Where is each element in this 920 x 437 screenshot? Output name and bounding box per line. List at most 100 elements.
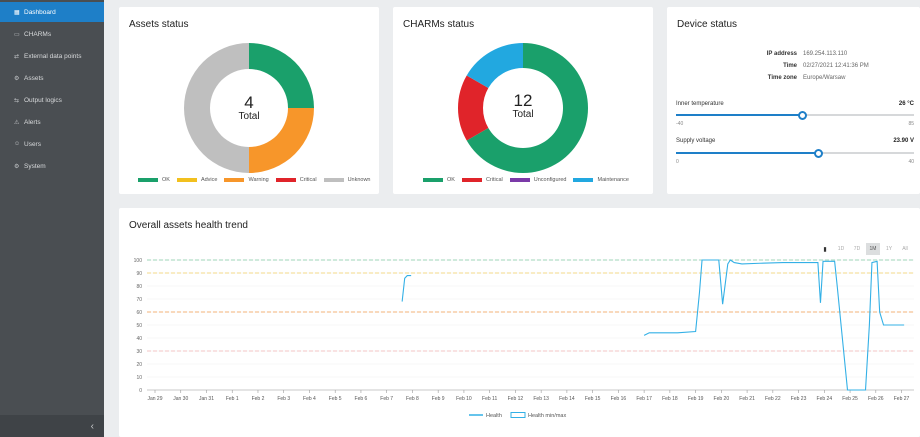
system-icon: ⚙ <box>14 163 20 170</box>
supply-voltage-gauge <box>676 148 914 158</box>
ip-value: 169.254.113.110 <box>803 51 848 57</box>
legend-item-critical[interactable]: Critical <box>275 177 317 183</box>
y-tick-label: 100 <box>134 258 143 264</box>
legend-swatch <box>275 178 296 182</box>
timezone-value: Europe/Warsaw <box>803 75 846 81</box>
inner-temp-fill <box>676 114 803 116</box>
sidebar-item-dashboard[interactable]: ▦ Dashboard <box>0 2 104 22</box>
time-value: 02/27/2021 12:41:36 PM <box>803 63 869 69</box>
inner-temp-max: 85 <box>908 121 914 127</box>
legend-item-critical[interactable]: Critical <box>461 177 503 183</box>
x-tick-label: Feb 25 <box>842 396 858 402</box>
x-tick-label: Feb 26 <box>868 396 884 402</box>
x-tick-label: Feb 20 <box>714 396 730 402</box>
legend-item-unconfigured[interactable]: Unconfigured <box>509 177 567 183</box>
sidebar-item-label: Users <box>24 140 41 148</box>
timezone-label: Time zone <box>767 75 797 81</box>
charms-legend: OK Critical Unconfigured Maintenance <box>423 177 636 183</box>
x-tick-label: Feb 13 <box>533 396 549 402</box>
legend-swatch <box>323 178 344 182</box>
legend-item-maintenance[interactable]: Maintenance <box>573 177 629 183</box>
x-tick-label: Feb 16 <box>611 396 627 402</box>
sidebar-item-system[interactable]: ⚙ System <box>0 156 104 176</box>
sidebar-item-label: Assets <box>24 74 44 82</box>
x-tick-label: Feb 15 <box>585 396 601 402</box>
legend-label: Unknown <box>347 177 371 183</box>
x-tick-label: Jan 31 <box>199 396 214 402</box>
external-data-icon: ⇄ <box>14 53 20 60</box>
x-tick-label: Feb 10 <box>456 396 472 402</box>
y-tick-label: 20 <box>136 362 142 368</box>
output-logics-icon: ⇆ <box>14 97 20 104</box>
x-tick-label: Jan 30 <box>173 396 188 402</box>
inner-temp-thumb <box>797 110 807 120</box>
sidebar-item-external-data-points[interactable]: ⇄ External data points <box>0 46 104 66</box>
supply-voltage-label: Supply voltage <box>676 138 716 144</box>
legend-label: Unconfigured <box>533 177 567 183</box>
y-tick-label: 70 <box>136 297 142 303</box>
inner-temp-gauge <box>676 110 914 120</box>
legend-minmax-label[interactable]: Health min/max <box>528 413 566 419</box>
sidebar-item-users[interactable]: ☺ Users <box>0 134 104 154</box>
legend-item-unknown[interactable]: Unknown <box>323 177 371 183</box>
y-tick-label: 80 <box>136 284 142 290</box>
sidebar-item-output-logics[interactable]: ⇆ Output logics <box>0 90 104 110</box>
sidebar-item-assets[interactable]: ⚙ Assets <box>0 68 104 88</box>
x-tick-label: Feb 27 <box>894 396 910 402</box>
legend-item-ok[interactable]: OK <box>138 177 170 183</box>
x-tick-label: Feb 1 <box>226 396 239 402</box>
ip-label: IP address <box>766 51 797 57</box>
supply-voltage-max: 40 <box>908 159 914 165</box>
x-tick-label: Feb 9 <box>432 396 445 402</box>
time-row: Time 02/27/2021 12:41:36 PM <box>707 63 917 71</box>
legend-swatch <box>224 178 245 182</box>
y-tick-label: 30 <box>136 349 142 355</box>
chevron-left-icon: ‹ <box>90 420 94 432</box>
ip-row: IP address 169.254.113.110 <box>707 51 917 59</box>
x-tick-label: Feb 11 <box>482 396 497 402</box>
app: ▦ Dashboard ▭ CHARMs ⇄ External data poi… <box>0 0 920 437</box>
device-status-title: Device status <box>677 19 738 30</box>
y-tick-label: 0 <box>139 388 142 394</box>
x-tick-label: Feb 8 <box>406 396 419 402</box>
x-tick-label: Feb 22 <box>765 396 781 402</box>
x-tick-label: Feb 3 <box>277 396 290 402</box>
assets-icon: ⚙ <box>14 75 20 82</box>
legend-swatch <box>423 178 443 182</box>
supply-voltage-fill <box>676 152 819 154</box>
y-tick-label: 90 <box>136 271 142 277</box>
legend-item-ok[interactable]: OK <box>423 177 455 183</box>
legend-swatch <box>509 178 530 182</box>
health-series-line-0[interactable] <box>401 275 412 302</box>
x-tick-label: Feb 2 <box>252 396 265 402</box>
timezone-row: Time zone Europe/Warsaw <box>707 75 917 83</box>
legend-item-warning[interactable]: Warning <box>224 177 269 183</box>
x-tick-label: Feb 24 <box>817 396 833 402</box>
legend-label: Advice <box>200 177 218 183</box>
sidebar-item-charms[interactable]: ▭ CHARMs <box>0 24 104 44</box>
health-trend-chart: 0 10 20 30 40 50 60 70 80 90 100 Jan 29 Jan 30 Jan 31… <box>134 258 914 419</box>
device-status-card: Device status IP address 169.254.113.110… <box>667 7 920 194</box>
sidebar-item-alerts[interactable]: ⚠ Alerts <box>0 112 104 132</box>
legend-label: OK <box>162 177 170 183</box>
x-tick-label: Jan 29 <box>147 396 162 402</box>
legend-label: Critical <box>485 177 503 183</box>
inner-temp-min: -40 <box>676 121 684 127</box>
legend-item-advice[interactable]: Advice <box>176 177 218 183</box>
health-trend-card: Overall assets health trend ▮ 1D 7D 1M 1… <box>119 208 920 437</box>
collapse-sidebar-button[interactable]: ‹ <box>0 415 104 437</box>
assets-total-count: 4 <box>244 93 254 112</box>
assets-status-card: Assets status 4 Total OK Advice Warning … <box>119 7 379 194</box>
legend-label: OK <box>447 177 455 183</box>
time-label: Time <box>783 63 797 69</box>
x-tick-label: Feb 6 <box>355 396 368 402</box>
sidebar-item-label: External data points <box>24 52 82 60</box>
charms-status-card: CHARMs status 12 Total OK Critical Uncon… <box>393 7 653 194</box>
charm-icon: ▭ <box>14 31 20 38</box>
legend-swatch <box>138 178 158 182</box>
legend-health-label[interactable]: Health <box>486 413 502 419</box>
y-tick-label: 50 <box>136 323 142 329</box>
x-tick-label: Feb 23 <box>791 396 807 402</box>
x-tick-label: Feb 12 <box>508 396 524 402</box>
charms-total: 12 Total <box>493 92 553 120</box>
